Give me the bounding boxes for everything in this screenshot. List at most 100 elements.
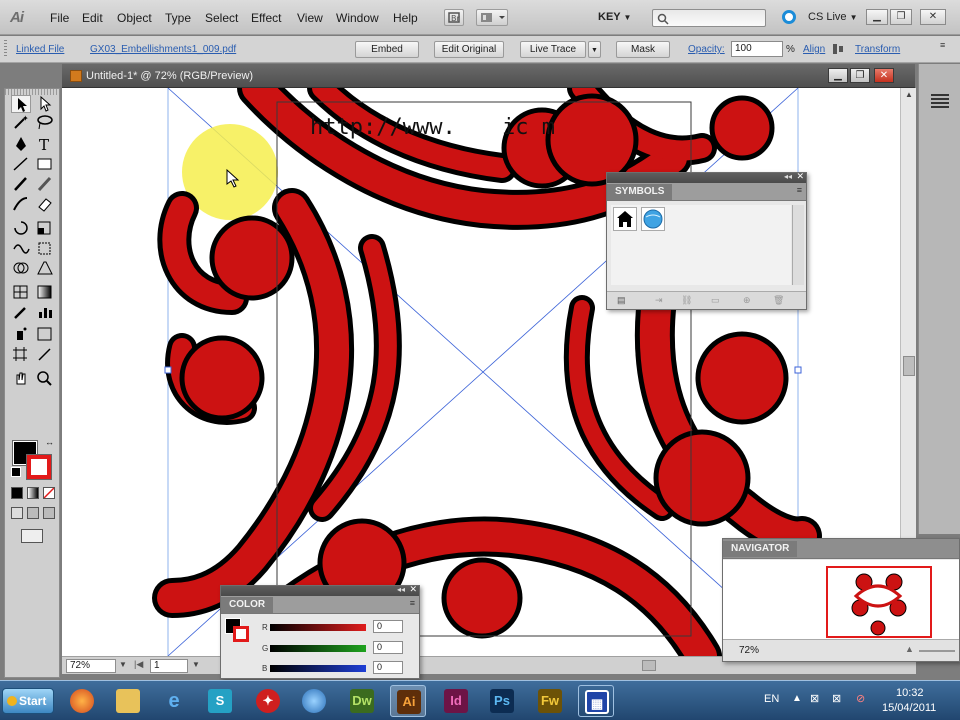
align-options-icon[interactable] <box>832 43 844 55</box>
vertical-scroll-thumb[interactable] <box>903 356 915 376</box>
taskbar-messenger[interactable] <box>296 685 332 717</box>
color-panel-header[interactable]: ◂◂ ✕ <box>221 584 419 596</box>
edit-original-button[interactable]: Edit Original <box>434 41 504 58</box>
navigator-zoom-value[interactable]: 72% <box>739 645 759 656</box>
clock-date[interactable]: 15/04/2011 <box>882 702 936 714</box>
magic-wand-tool[interactable]: ✦ <box>11 113 31 131</box>
menu-select[interactable]: Select <box>205 11 238 25</box>
taskbar-illustrator[interactable]: Ai <box>390 685 426 717</box>
collapse-icon[interactable]: ◂◂ <box>784 172 792 181</box>
scroll-up-icon[interactable]: ▲ <box>903 90 915 102</box>
direct-selection-tool[interactable] <box>35 95 55 113</box>
cs-live-icon[interactable] <box>782 10 796 24</box>
linked-file-name-link[interactable]: GX03_Embellishments1_009.pdf <box>90 44 236 55</box>
control-bar-menu-icon[interactable]: ≡ <box>940 40 954 54</box>
color-stroke-swatch[interactable] <box>233 626 249 642</box>
bridge-button[interactable]: Br <box>444 9 464 26</box>
document-restore-button[interactable]: ❐ <box>850 68 870 83</box>
mask-button[interactable]: Mask <box>616 41 670 58</box>
menu-object[interactable]: Object <box>117 11 152 25</box>
red-slider[interactable] <box>270 624 366 631</box>
document-tab[interactable]: Untitled-1* @ 72% (RGB/Preview) ▁ ❐ ✕ <box>62 64 915 88</box>
menu-effect[interactable]: Effect <box>251 11 281 25</box>
free-transform-tool[interactable] <box>35 239 55 257</box>
minimize-button[interactable]: ▁ <box>866 9 888 25</box>
taskbar-dreamweaver[interactable]: Dw <box>344 685 380 717</box>
start-button[interactable]: Start <box>2 688 54 714</box>
eyedropper-tool[interactable] <box>11 303 31 321</box>
graph-tool[interactable] <box>35 303 55 321</box>
zoom-field[interactable]: 72% <box>66 659 116 673</box>
arrange-documents-button[interactable] <box>476 9 508 26</box>
blob-brush-tool[interactable] <box>11 195 31 213</box>
hand-tool[interactable] <box>11 369 31 387</box>
symbol-libraries-icon[interactable]: ▤ <box>617 295 626 306</box>
selection-handle[interactable] <box>164 366 172 374</box>
symbols-panel-header[interactable]: ◂◂ ✕ <box>607 171 806 183</box>
taskbar-firefox[interactable] <box>64 685 100 717</box>
break-link-icon[interactable]: ⛓ <box>681 295 692 306</box>
panel-menu-icon[interactable]: ≡ <box>410 598 415 608</box>
lasso-tool[interactable] <box>35 113 55 131</box>
draw-inside-icon[interactable] <box>43 507 55 519</box>
taskbar-manager[interactable]: ▦ <box>578 685 614 717</box>
opacity-label[interactable]: Opacity: <box>688 44 725 55</box>
warp-tool[interactable] <box>11 239 31 257</box>
place-symbol-icon[interactable]: ⇥ <box>655 295 663 306</box>
menu-help[interactable]: Help <box>393 11 418 25</box>
gradient-mode-icon[interactable] <box>27 487 39 499</box>
mesh-tool[interactable] <box>11 283 31 301</box>
column-graph-tool[interactable] <box>35 325 55 343</box>
slice-tool[interactable] <box>35 345 55 363</box>
default-colors-icon[interactable] <box>11 467 21 477</box>
tracing-presets-dropdown[interactable]: ▼ <box>588 41 601 58</box>
navigator-preview[interactable] <box>723 560 959 640</box>
horizontal-scroll-thumb[interactable] <box>642 660 656 671</box>
document-minimize-button[interactable]: ▁ <box>828 68 848 83</box>
tray-power-icon[interactable]: ⊠ <box>832 692 841 705</box>
menu-file[interactable]: File <box>50 11 69 25</box>
none-mode-icon[interactable] <box>43 487 55 499</box>
menu-window[interactable]: Window <box>336 11 379 25</box>
chevron-down-icon[interactable]: ▼ <box>119 660 127 669</box>
swap-colors-icon[interactable]: ↔ <box>45 437 54 447</box>
selection-handle[interactable] <box>794 366 802 374</box>
linked-file-link[interactable]: Linked File <box>16 44 64 55</box>
panel-menu-icon[interactable]: ≡ <box>797 185 802 195</box>
collapse-icon[interactable]: ◂◂ <box>397 585 405 594</box>
pen-tool[interactable] <box>11 135 31 153</box>
line-tool[interactable] <box>11 155 31 173</box>
page-field[interactable]: 1 <box>150 659 188 673</box>
symbols-scrollbar[interactable] <box>792 205 804 285</box>
taskbar-indesign[interactable]: Id <box>438 685 474 717</box>
first-page-icon[interactable]: |◀ <box>134 659 143 670</box>
navigator-view-box[interactable] <box>826 566 932 638</box>
close-button[interactable]: ✕ <box>920 9 946 25</box>
artboard-tool[interactable] <box>11 345 31 363</box>
rectangle-tool[interactable] <box>35 155 55 173</box>
tab-navigator[interactable]: NAVIGATOR <box>723 541 798 557</box>
symbol-options-icon[interactable]: ▭ <box>711 295 720 306</box>
taskbar-acrobat[interactable]: ✦ <box>250 685 286 717</box>
transform-link[interactable]: Transform <box>855 44 900 55</box>
close-icon[interactable]: ✕ <box>409 584 417 595</box>
rotate-tool[interactable] <box>11 219 31 237</box>
green-value-field[interactable]: 0 <box>373 641 403 654</box>
navigator-zoom-slider[interactable] <box>919 650 955 652</box>
taskbar-internet-explorer[interactable]: e <box>156 685 192 717</box>
delete-symbol-icon[interactable]: 🗑 <box>773 295 784 306</box>
eraser-tool[interactable] <box>35 195 55 213</box>
menu-edit[interactable]: Edit <box>82 11 103 25</box>
clock-time[interactable]: 10:32 <box>896 687 924 699</box>
symbol-sprayer-tool[interactable] <box>11 325 31 343</box>
blue-slider[interactable] <box>270 665 366 672</box>
taskbar-flash-catalyst[interactable]: S <box>202 685 238 717</box>
tray-network-icon[interactable]: ⊠ <box>810 692 819 705</box>
zoom-out-icon[interactable]: ▲ <box>905 644 914 654</box>
symbol-house[interactable] <box>613 207 637 231</box>
taskbar-fireworks[interactable]: Fw <box>532 685 568 717</box>
cs-live-menu[interactable]: CS Live ▼ <box>808 11 858 23</box>
green-slider[interactable] <box>270 645 366 652</box>
document-close-button[interactable]: ✕ <box>874 68 894 83</box>
screen-mode-icon[interactable] <box>21 529 43 543</box>
